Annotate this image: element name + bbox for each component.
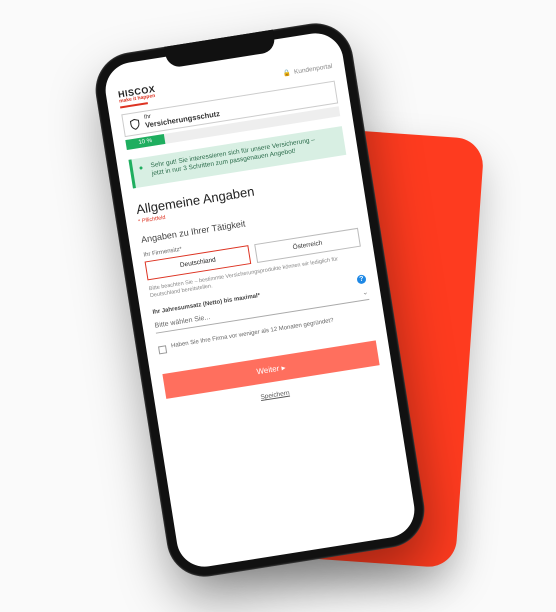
continue-button[interactable]: Weiter ▸	[162, 341, 379, 399]
brand-logo: HISCOX make it happen	[118, 85, 158, 109]
portal-label: Kundenportal	[294, 62, 333, 75]
phone-frame: HISCOX make it happen 🔒 Kundenportal Ihr	[90, 18, 430, 582]
help-icon[interactable]: ?	[356, 274, 366, 284]
app-screen: HISCOX make it happen 🔒 Kundenportal Ihr	[102, 29, 419, 570]
lock-icon: 🔒	[282, 68, 291, 77]
progress-fill: 10 %	[125, 134, 165, 150]
chevron-down-icon: ⌄	[362, 288, 369, 297]
progress-label: 10 %	[138, 138, 152, 146]
customer-portal-link[interactable]: 🔒 Kundenportal	[282, 62, 332, 78]
founded-checkbox[interactable]	[158, 345, 167, 354]
revenue-placeholder: Bitte wählen Sie...	[154, 314, 210, 330]
arrow-right-icon: ▸	[281, 363, 286, 373]
shield-icon	[128, 117, 142, 131]
continue-label: Weiter	[256, 364, 280, 376]
